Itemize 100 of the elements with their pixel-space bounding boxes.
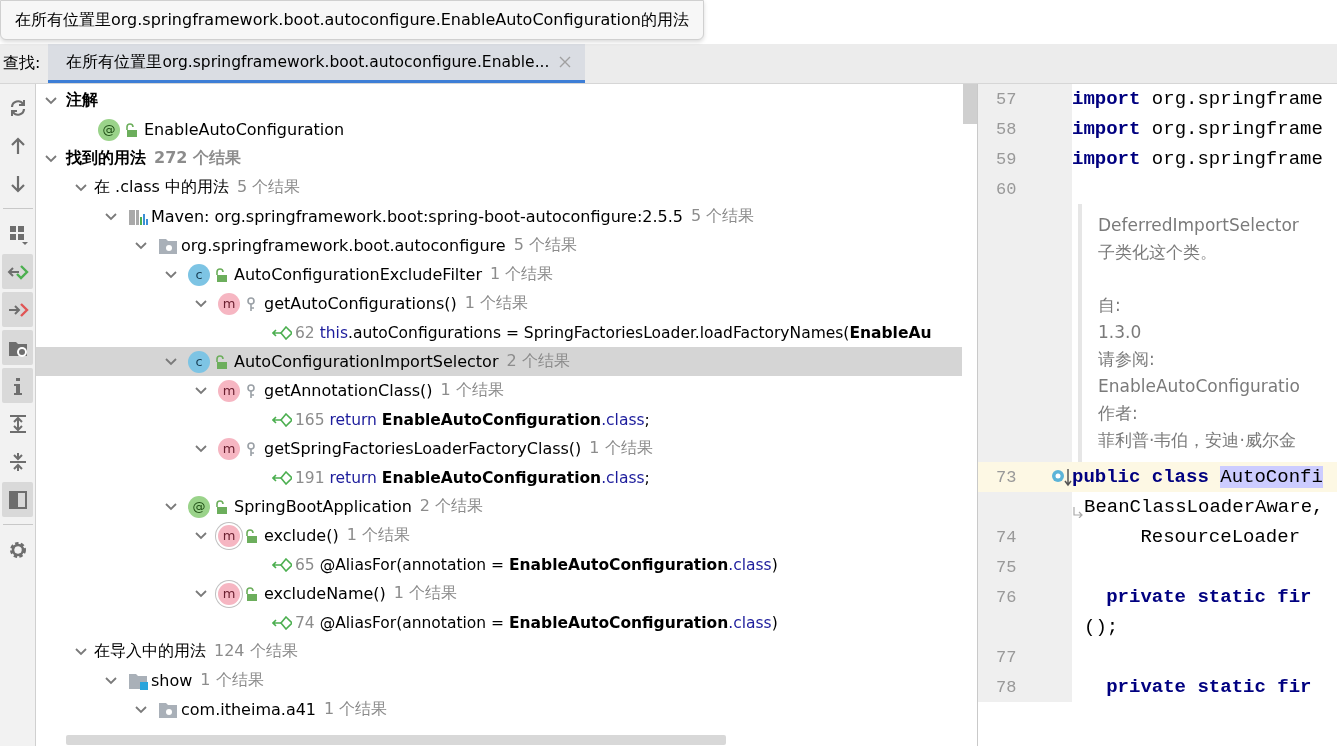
library-label: Maven: org.springframework.boot:spring-boot-autoconfigure:2.5.5 xyxy=(151,207,683,226)
usage-code-line: 65 @AliasFor(annotation = EnableAutoConfiguration.class) xyxy=(295,555,778,574)
result-count: 5 个结果 xyxy=(237,177,301,198)
doc-text: 子类化这个类。 xyxy=(1098,241,1218,264)
result-count: 1 个结果 xyxy=(346,525,410,546)
line-number: 59 xyxy=(996,149,1017,169)
result-count: 124 个结果 xyxy=(214,641,298,662)
module-label: show xyxy=(151,671,193,690)
method-icon: m xyxy=(218,292,240,315)
search-tab[interactable]: 在所有位置里org.springframework.boot.autoconfigure.Enable... xyxy=(48,44,586,83)
library-icon xyxy=(128,207,148,226)
tree-row[interactable]: 191 return EnableAutoConfiguration.class; xyxy=(36,463,962,492)
line-number: 75 xyxy=(996,557,1017,577)
category-label: 在导入中的用法 xyxy=(94,641,206,662)
line-number: 77 xyxy=(996,647,1017,667)
read-button[interactable] xyxy=(2,254,33,289)
line-number: 74 xyxy=(996,527,1017,547)
result-count: 1 个结果 xyxy=(440,380,504,401)
tree-row[interactable]: 65 @AliasFor(annotation = EnableAutoConfiguration.class) xyxy=(36,550,962,579)
result-count: 2 个结果 xyxy=(506,351,570,372)
usage-icon xyxy=(272,412,292,427)
class-label: AutoConfigurationExcludeFilter xyxy=(234,265,482,284)
tooltip: 在所有位置里org.springframework.boot.autoconfigure.EnableAutoConfiguration的用法 xyxy=(0,0,704,40)
find-label: 查找: xyxy=(2,52,42,74)
line-number: 57 xyxy=(996,89,1017,109)
implemented-marker-icon[interactable] xyxy=(1050,466,1072,488)
soft-wrap-icon xyxy=(1072,506,1084,518)
code-line: ResourceLoader xyxy=(1139,526,1301,548)
tree-row[interactable]: org.springframework.boot.autoconfigure 5 个结果 xyxy=(36,231,962,260)
doc-text: 1.3.0 xyxy=(1098,321,1143,344)
result-count: 2 个结果 xyxy=(419,496,484,517)
usage-code-line: 62 this.autoConfigurations = SpringFactoriesLoader.loadFactoryNames(EnableAu xyxy=(295,323,932,342)
write-button[interactable] xyxy=(2,292,33,327)
result-count: 5 个结果 xyxy=(691,206,755,227)
result-count: 1 个结果 xyxy=(489,264,554,285)
tree-row[interactable]: m exclude() 1 个结果 xyxy=(36,521,962,550)
usage-code-line: 191 return EnableAutoConfiguration.class; xyxy=(295,468,650,487)
info-button[interactable] xyxy=(2,368,33,403)
code-line: (); xyxy=(1083,616,1119,638)
method-icon: m xyxy=(218,437,240,460)
method-label: getAnnotationClass() xyxy=(264,381,433,400)
tree-row[interactable]: Maven: org.springframework.boot:spring-boot-autoconfigure:2.5.5 5 个结果 xyxy=(36,202,962,231)
result-count: 272 个结果 xyxy=(154,148,241,169)
tree-row[interactable]: 74 @AliasFor(annotation = EnableAutoConfiguration.class) xyxy=(36,608,962,637)
annotation-icon: @ xyxy=(98,118,120,141)
line-number: 78 xyxy=(996,677,1017,697)
method-icon: m xyxy=(218,582,240,605)
method-icon: m xyxy=(218,379,240,402)
tree-row[interactable]: 在 .class 中的用法 5 个结果 xyxy=(36,173,962,202)
usage-icon xyxy=(272,557,292,572)
tree-row[interactable]: 找到的用法 272 个结果 xyxy=(36,144,962,173)
tree-row[interactable]: com.itheima.a41 1 个结果 xyxy=(36,695,962,724)
tree-row[interactable]: 注解 xyxy=(36,86,962,115)
group-label: 注解 xyxy=(66,90,98,111)
module-icon xyxy=(128,671,148,690)
code-line: public class AutoConfi xyxy=(1072,466,1323,488)
doc-text: 自: xyxy=(1098,294,1122,317)
result-count: 1 个结果 xyxy=(200,670,264,691)
usage-icon xyxy=(272,470,292,485)
annotation-icon: @ xyxy=(188,495,210,518)
usage-code-line: 74 @AliasFor(annotation = EnableAutoConfiguration.class) xyxy=(295,613,778,632)
tree-row[interactable]: @ EnableAutoConfiguration xyxy=(36,115,962,144)
tree-row[interactable]: @ SpringBootApplication 2 个结果 xyxy=(36,492,962,521)
usage-code-line: 165 return EnableAutoConfiguration.class; xyxy=(295,410,650,429)
group-label: 找到的用法 xyxy=(66,148,146,169)
tree-row[interactable]: c AutoConfigurationExcludeFilter 1 个结果 xyxy=(36,260,962,289)
category-label: 在 .class 中的用法 xyxy=(94,177,229,198)
package-icon xyxy=(158,236,178,255)
result-count: 1 个结果 xyxy=(589,438,653,459)
scrollbar-thumb[interactable] xyxy=(66,735,726,745)
code-line: private static fir xyxy=(1105,586,1312,608)
tree-row[interactable]: m getSpringFactoriesLoaderFactoryClass() 1 个结果 xyxy=(36,434,962,463)
method-icon: m xyxy=(218,524,240,547)
tree-row[interactable]: m getAnnotationClass() 1 个结果 xyxy=(36,376,962,405)
tree-row[interactable]: m getAutoConfigurations() 1 个结果 xyxy=(36,289,962,318)
preview-button[interactable] xyxy=(2,482,33,517)
line-number: 60 xyxy=(996,179,1017,199)
tree-row[interactable]: 在导入中的用法 124 个结果 xyxy=(36,637,962,666)
usage-icon xyxy=(272,615,292,630)
doc-text: 请参阅: xyxy=(1098,348,1156,371)
doc-text: 菲利普·韦伯，安迪·威尔金 xyxy=(1098,429,1297,452)
method-label: getSpringFactoriesLoaderFactoryClass() xyxy=(264,439,582,458)
tree-row[interactable]: show 1 个结果 xyxy=(36,666,962,695)
package-icon xyxy=(158,700,178,719)
doc-text: EnableAutoConfiguratio xyxy=(1098,375,1301,398)
code-line: import org.springframe xyxy=(1072,88,1323,110)
result-count: 1 个结果 xyxy=(464,293,528,314)
code-line: private static fir xyxy=(1105,676,1312,698)
line-number: 76 xyxy=(996,587,1017,607)
folder-button[interactable] xyxy=(2,330,33,365)
tree-row[interactable]: c AutoConfigurationImportSelector 2 个结果 xyxy=(36,347,962,376)
result-count: 1 个结果 xyxy=(324,699,388,720)
class-label: AutoConfigurationImportSelector xyxy=(234,352,499,371)
tree-row[interactable]: 62 this.autoConfigurations = SpringFactoriesLoader.loadFactoryNames(EnableAu xyxy=(36,318,962,347)
tree-row[interactable]: 165 return EnableAutoConfiguration.class; xyxy=(36,405,962,434)
scrollbar-thumb[interactable] xyxy=(963,84,977,124)
usage-icon xyxy=(272,325,292,340)
class-icon: c xyxy=(188,263,210,286)
tree-row[interactable]: m excludeName() 1 个结果 xyxy=(36,579,962,608)
method-label: exclude() xyxy=(264,526,339,545)
